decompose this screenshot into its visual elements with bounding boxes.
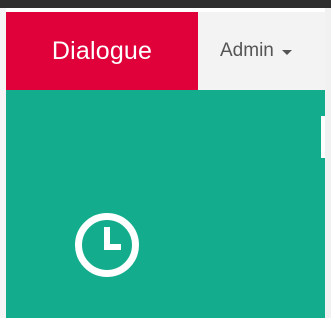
brand-link[interactable]: Dialogue [6,12,198,90]
right-page-edge [325,8,331,318]
chevron-down-icon [281,49,292,55]
clock-icon [75,213,139,277]
admin-menu-label: Admin [220,40,274,61]
side-scroll-tab [321,116,325,158]
clock-hands [104,227,121,250]
brand-label: Dialogue [51,36,153,65]
app-window: Dialogue Admin [0,0,331,318]
content-panel [6,90,325,318]
window-top-strip [0,0,331,8]
top-navbar: Dialogue Admin [6,12,325,90]
admin-user-menu[interactable]: Admin [198,12,292,90]
